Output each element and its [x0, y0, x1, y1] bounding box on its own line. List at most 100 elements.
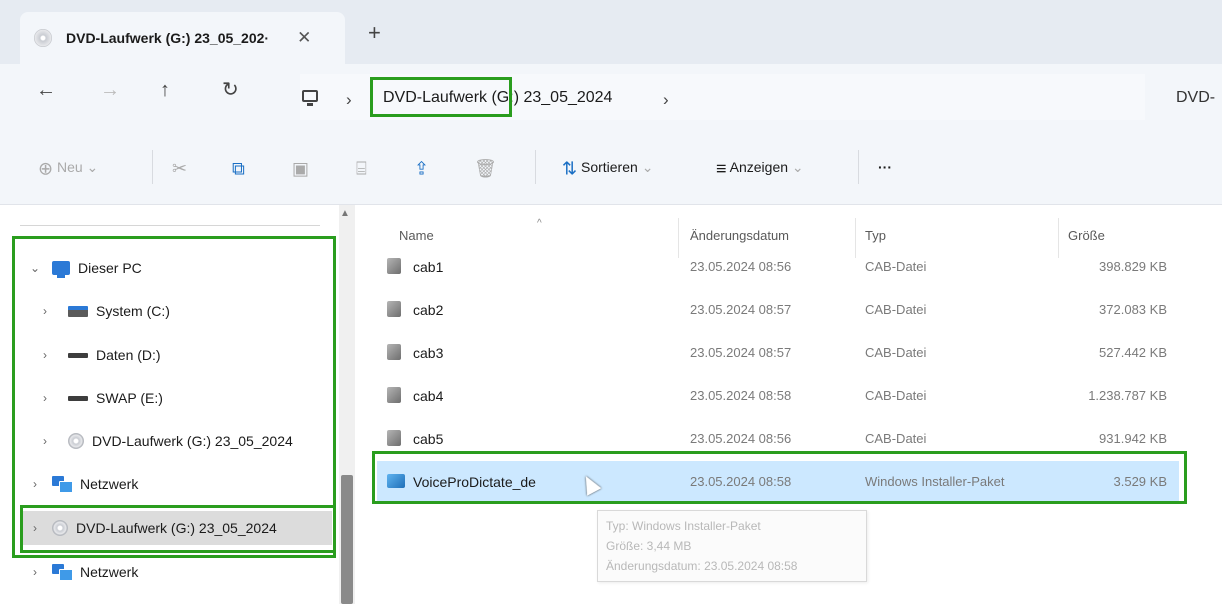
new-tab-button[interactable]: + — [368, 22, 381, 44]
close-tab-icon[interactable]: ✕ — [297, 28, 311, 48]
sort-caret-icon: ^ — [537, 218, 542, 229]
dvd-icon — [68, 433, 84, 449]
file-name: cab1 — [413, 259, 444, 275]
chevron-right-icon[interactable]: › — [38, 391, 52, 405]
sidebar-item-netzwerk[interactable]: › Netzwerk — [28, 469, 138, 499]
column-header-name[interactable]: Name — [399, 228, 434, 243]
breadcrumb-separator[interactable]: › — [346, 90, 352, 110]
tooltip-size: Größe: 3,44 MB — [606, 539, 692, 553]
cab-file-icon — [387, 344, 401, 360]
search-box-text[interactable]: DVD- — [1176, 89, 1215, 107]
chevron-right-icon[interactable]: › — [38, 348, 52, 362]
scroll-up-arrow-icon[interactable]: ▲ — [340, 208, 350, 219]
chevron-right-icon[interactable]: › — [38, 434, 52, 448]
file-row[interactable]: cab4 23.05.2024 08:58 CAB-Datei 1.238.78… — [377, 375, 1179, 417]
column-header-type[interactable]: Typ — [865, 228, 886, 243]
file-type: CAB-Datei — [865, 345, 927, 360]
more-options-button[interactable]: ··· — [878, 157, 892, 177]
sidebar-item-dieser-pc[interactable]: ⌄ Dieser PC — [28, 253, 142, 283]
network-icon — [52, 564, 73, 581]
sidebar-item-label: Netzwerk — [80, 476, 139, 492]
dvd-icon — [34, 29, 52, 47]
sidebar-item-swap-e[interactable]: › SWAP (E:) — [38, 383, 163, 413]
sidebar-item-system-c[interactable]: › System (C:) — [38, 296, 170, 326]
file-date: 23.05.2024 08:56 — [690, 431, 792, 446]
toolbar-divider — [152, 150, 153, 184]
sidebar-item-label: System (C:) — [96, 303, 170, 319]
chevron-right-icon[interactable]: › — [38, 304, 52, 318]
file-row[interactable]: cab3 23.05.2024 08:57 CAB-Datei 527.442 … — [377, 332, 1179, 374]
sidebar-item-label: Netzwerk — [80, 564, 139, 580]
command-bar: ⊕ Neu ⌄ ✂ ⧉ ▣ ⌸ ⇪ 🗑 ⇅ Sortieren ⌄ ≡ Anze… — [0, 130, 1222, 205]
breadcrumb-dvd-drive[interactable]: DVD-Laufwerk (G:) 23_05_2024 — [383, 89, 612, 107]
cut-button[interactable]: ✂ — [172, 157, 187, 178]
chevron-right-icon[interactable]: › — [28, 521, 42, 535]
pc-icon — [52, 261, 70, 278]
drive-icon — [68, 395, 88, 401]
sidebar-item-label: DVD-Laufwerk (G:) 23_05_2024 — [92, 433, 293, 449]
up-button[interactable]: ↑ — [160, 78, 170, 102]
file-size: 1.238.787 KB — [1088, 388, 1167, 403]
file-type: Windows Installer-Paket — [865, 474, 1005, 489]
scissors-icon: ✂ — [172, 158, 188, 179]
copy-button[interactable]: ⧉ — [232, 157, 245, 178]
chevron-right-icon[interactable]: › — [28, 565, 42, 579]
dvd-icon — [52, 520, 68, 536]
forward-button[interactable]: → — [100, 78, 120, 102]
back-button[interactable]: ← — [36, 78, 56, 102]
column-header-date[interactable]: Änderungsdatum — [690, 228, 789, 243]
toolbar-divider — [535, 150, 536, 184]
file-size: 931.942 KB — [1099, 431, 1167, 446]
file-size: 398.829 KB — [1099, 259, 1167, 274]
rename-icon: ⌸ — [356, 158, 367, 179]
view-lines-icon: ≡ — [716, 158, 727, 179]
paste-button[interactable]: ▣ — [292, 157, 309, 178]
breadcrumb-separator[interactable]: › — [663, 90, 669, 110]
refresh-button[interactable]: ↻ — [222, 78, 239, 102]
trash-icon: 🗑 — [474, 158, 497, 179]
file-date: 23.05.2024 08:57 — [690, 302, 792, 317]
sort-button[interactable]: ⇅ Sortieren ⌄ — [562, 157, 653, 178]
file-name: VoiceProDictate_de — [413, 474, 536, 490]
cab-file-icon — [387, 387, 401, 403]
column-header-size[interactable]: Größe — [1068, 228, 1105, 243]
computer-icon[interactable] — [302, 90, 318, 106]
share-button[interactable]: ⇪ — [414, 157, 429, 178]
file-type: CAB-Datei — [865, 388, 927, 403]
network-icon — [52, 476, 73, 493]
file-type: CAB-Datei — [865, 302, 927, 317]
copy-icon: ⧉ — [232, 158, 245, 179]
rename-button[interactable]: ⌸ — [356, 157, 367, 178]
file-name: cab2 — [413, 302, 444, 318]
nav-scrollbar-thumb[interactable] — [341, 475, 353, 604]
file-row[interactable]: cab5 23.05.2024 08:56 CAB-Datei 931.942 … — [377, 418, 1179, 460]
tab-bar: DVD-Laufwerk (G:) 23_05_202· ✕ + — [0, 0, 1222, 64]
sidebar-item-daten-d[interactable]: › Daten (D:) — [38, 340, 161, 370]
sidebar-item-dvd-drive[interactable]: › DVD-Laufwerk (G:) 23_05_2024 — [38, 426, 293, 456]
tooltip-type: Typ: Windows Installer-Paket — [606, 519, 761, 533]
file-row-selected[interactable]: VoiceProDictate_de 23.05.2024 08:58 Wind… — [377, 461, 1179, 503]
tab-dvd-drive[interactable]: DVD-Laufwerk (G:) 23_05_202· ✕ — [20, 12, 345, 64]
sidebar-item-dvd-drive-selected[interactable]: › DVD-Laufwerk (G:) 23_05_2024 — [22, 511, 332, 545]
chevron-down-icon[interactable]: ⌄ — [28, 261, 42, 275]
new-button[interactable]: ⊕ Neu ⌄ — [38, 157, 98, 178]
tab-title: DVD-Laufwerk (G:) 23_05_202· — [66, 30, 270, 46]
file-date: 23.05.2024 08:58 — [690, 474, 792, 489]
file-name: cab5 — [413, 431, 444, 447]
file-row[interactable]: cab2 23.05.2024 08:57 CAB-Datei 372.083 … — [377, 289, 1179, 331]
file-date: 23.05.2024 08:57 — [690, 345, 792, 360]
paste-icon: ▣ — [292, 158, 310, 179]
sidebar-item-label: DVD-Laufwerk (G:) 23_05_2024 — [76, 520, 277, 536]
share-icon: ⇪ — [414, 158, 430, 179]
plus-circle-icon: ⊕ — [38, 158, 54, 179]
cab-file-icon — [387, 258, 401, 274]
nav-divider — [20, 225, 320, 226]
file-type: CAB-Datei — [865, 431, 927, 446]
installer-file-icon — [387, 474, 405, 488]
delete-button[interactable]: 🗑 — [474, 157, 497, 178]
file-row[interactable]: cab1 23.05.2024 08:56 CAB-Datei 398.829 … — [377, 246, 1179, 288]
sort-arrows-icon: ⇅ — [562, 158, 578, 179]
view-button[interactable]: ≡ Anzeigen ⌄ — [716, 157, 804, 178]
sidebar-item-netzwerk[interactable]: › Netzwerk — [28, 557, 138, 587]
chevron-right-icon[interactable]: › — [28, 477, 42, 491]
